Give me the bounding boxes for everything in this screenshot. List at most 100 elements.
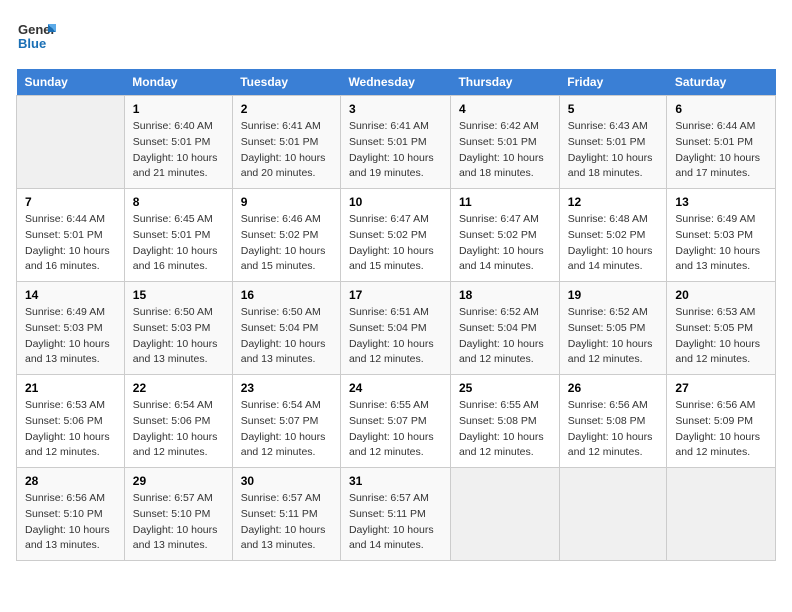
calendar-cell: 6 Sunrise: 6:44 AMSunset: 5:01 PMDaylight… <box>667 96 776 189</box>
week-row-1: 1 Sunrise: 6:40 AMSunset: 5:01 PMDaylight… <box>17 96 776 189</box>
day-info: Sunrise: 6:57 AMSunset: 5:11 PMDaylight:… <box>241 491 332 554</box>
day-info: Sunrise: 6:53 AMSunset: 5:05 PMDaylight:… <box>675 305 767 368</box>
day-info: Sunrise: 6:56 AMSunset: 5:08 PMDaylight:… <box>568 398 659 461</box>
day-header-monday: Monday <box>124 69 232 96</box>
day-number: 1 <box>133 102 224 116</box>
day-info: Sunrise: 6:47 AMSunset: 5:02 PMDaylight:… <box>349 212 442 275</box>
calendar-cell: 27 Sunrise: 6:56 AMSunset: 5:09 PMDayligh… <box>667 375 776 468</box>
day-number: 22 <box>133 381 224 395</box>
calendar-cell: 16Sunrise: 6:50 AMSunset: 5:04 PMDayligh… <box>232 282 340 375</box>
calendar-cell: 22 Sunrise: 6:54 AMSunset: 5:06 PMDayligh… <box>124 375 232 468</box>
day-number: 9 <box>241 195 332 209</box>
day-info: Sunrise: 6:41 AMSunset: 5:01 PMDaylight:… <box>349 119 442 182</box>
day-info: Sunrise: 6:49 AMSunset: 5:03 PMDaylight:… <box>675 212 767 275</box>
day-info: Sunrise: 6:56 AMSunset: 5:10 PMDaylight:… <box>25 491 116 554</box>
day-header-saturday: Saturday <box>667 69 776 96</box>
calendar-cell: 8Sunrise: 6:45 AMSunset: 5:01 PMDaylight… <box>124 189 232 282</box>
calendar-cell: 21 Sunrise: 6:53 AMSunset: 5:06 PMDayligh… <box>17 375 125 468</box>
day-info: Sunrise: 6:57 AMSunset: 5:11 PMDaylight:… <box>349 491 442 554</box>
day-number: 19 <box>568 288 659 302</box>
day-number: 30 <box>241 474 332 488</box>
day-info: Sunrise: 6:56 AMSunset: 5:09 PMDaylight:… <box>675 398 767 461</box>
day-header-friday: Friday <box>559 69 667 96</box>
day-info: Sunrise: 6:47 AMSunset: 5:02 PMDaylight:… <box>459 212 551 275</box>
week-row-3: 14 Sunrise: 6:49 AMSunset: 5:03 PMDayligh… <box>17 282 776 375</box>
calendar-cell: 3 Sunrise: 6:41 AMSunset: 5:01 PMDaylight… <box>340 96 450 189</box>
calendar-cell: 19Sunrise: 6:52 AMSunset: 5:05 PMDayligh… <box>559 282 667 375</box>
calendar-cell: 14 Sunrise: 6:49 AMSunset: 5:03 PMDayligh… <box>17 282 125 375</box>
calendar-cell: 1 Sunrise: 6:40 AMSunset: 5:01 PMDaylight… <box>124 96 232 189</box>
day-number: 16 <box>241 288 332 302</box>
calendar-cell: 31 Sunrise: 6:57 AMSunset: 5:11 PMDayligh… <box>340 468 450 561</box>
day-number: 4 <box>459 102 551 116</box>
day-info: Sunrise: 6:49 AMSunset: 5:03 PMDaylight:… <box>25 305 116 368</box>
calendar-cell: 25 Sunrise: 6:55 AMSunset: 5:08 PMDayligh… <box>450 375 559 468</box>
day-number: 10 <box>349 195 442 209</box>
day-info: Sunrise: 6:50 AMSunset: 5:03 PMDaylight:… <box>133 305 224 368</box>
day-info: Sunrise: 6:55 AMSunset: 5:07 PMDaylight:… <box>349 398 442 461</box>
day-number: 21 <box>25 381 116 395</box>
calendar-cell: 26 Sunrise: 6:56 AMSunset: 5:08 PMDayligh… <box>559 375 667 468</box>
day-number: 14 <box>25 288 116 302</box>
calendar-cell: 9 Sunrise: 6:46 AMSunset: 5:02 PMDaylight… <box>232 189 340 282</box>
day-header-sunday: Sunday <box>17 69 125 96</box>
day-info: Sunrise: 6:40 AMSunset: 5:01 PMDaylight:… <box>133 119 224 182</box>
logo: General Blue <box>16 16 56 61</box>
day-info: Sunrise: 6:42 AMSunset: 5:01 PMDaylight:… <box>459 119 551 182</box>
day-info: Sunrise: 6:55 AMSunset: 5:08 PMDaylight:… <box>459 398 551 461</box>
day-header-thursday: Thursday <box>450 69 559 96</box>
day-number: 29 <box>133 474 224 488</box>
day-info: Sunrise: 6:53 AMSunset: 5:06 PMDaylight:… <box>25 398 116 461</box>
week-row-4: 21 Sunrise: 6:53 AMSunset: 5:06 PMDayligh… <box>17 375 776 468</box>
day-number: 25 <box>459 381 551 395</box>
calendar-cell: 12 Sunrise: 6:48 AMSunset: 5:02 PMDayligh… <box>559 189 667 282</box>
day-number: 23 <box>241 381 332 395</box>
calendar-cell: 2 Sunrise: 6:41 AMSunset: 5:01 PMDaylight… <box>232 96 340 189</box>
day-number: 20 <box>675 288 767 302</box>
calendar-cell <box>450 468 559 561</box>
calendar-cell: 10 Sunrise: 6:47 AMSunset: 5:02 PMDayligh… <box>340 189 450 282</box>
calendar-cell: 5 Sunrise: 6:43 AMSunset: 5:01 PMDaylight… <box>559 96 667 189</box>
page-header: General Blue <box>16 16 776 61</box>
day-info: Sunrise: 6:51 AMSunset: 5:04 PMDaylight:… <box>349 305 442 368</box>
week-row-2: 7 Sunrise: 6:44 AMSunset: 5:01 PMDaylight… <box>17 189 776 282</box>
day-info: Sunrise: 6:45 AMSunset: 5:01 PMDaylight:… <box>133 212 224 275</box>
day-number: 26 <box>568 381 659 395</box>
calendar-cell <box>17 96 125 189</box>
week-row-5: 28 Sunrise: 6:56 AMSunset: 5:10 PMDayligh… <box>17 468 776 561</box>
day-number: 6 <box>675 102 767 116</box>
day-info: Sunrise: 6:52 AMSunset: 5:04 PMDaylight:… <box>459 305 551 368</box>
calendar-table: SundayMondayTuesdayWednesdayThursdayFrid… <box>16 69 776 561</box>
day-number: 13 <box>675 195 767 209</box>
calendar-cell <box>667 468 776 561</box>
day-info: Sunrise: 6:48 AMSunset: 5:02 PMDaylight:… <box>568 212 659 275</box>
calendar-cell: 30 Sunrise: 6:57 AMSunset: 5:11 PMDayligh… <box>232 468 340 561</box>
calendar-cell: 29Sunrise: 6:57 AMSunset: 5:10 PMDayligh… <box>124 468 232 561</box>
day-number: 27 <box>675 381 767 395</box>
day-number: 11 <box>459 195 551 209</box>
calendar-cell: 7 Sunrise: 6:44 AMSunset: 5:01 PMDaylight… <box>17 189 125 282</box>
calendar-cell: 4 Sunrise: 6:42 AMSunset: 5:01 PMDaylight… <box>450 96 559 189</box>
day-info: Sunrise: 6:41 AMSunset: 5:01 PMDaylight:… <box>241 119 332 182</box>
day-header-wednesday: Wednesday <box>340 69 450 96</box>
day-number: 17 <box>349 288 442 302</box>
day-info: Sunrise: 6:54 AMSunset: 5:06 PMDaylight:… <box>133 398 224 461</box>
day-number: 3 <box>349 102 442 116</box>
day-number: 28 <box>25 474 116 488</box>
day-number: 5 <box>568 102 659 116</box>
day-info: Sunrise: 6:44 AMSunset: 5:01 PMDaylight:… <box>675 119 767 182</box>
day-info: Sunrise: 6:44 AMSunset: 5:01 PMDaylight:… <box>25 212 116 275</box>
day-number: 2 <box>241 102 332 116</box>
day-number: 7 <box>25 195 116 209</box>
calendar-cell: 24Sunrise: 6:55 AMSunset: 5:07 PMDayligh… <box>340 375 450 468</box>
logo-graphic: General Blue <box>16 16 56 61</box>
calendar-cell: 28 Sunrise: 6:56 AMSunset: 5:10 PMDayligh… <box>17 468 125 561</box>
calendar-cell: 11 Sunrise: 6:47 AMSunset: 5:02 PMDayligh… <box>450 189 559 282</box>
day-info: Sunrise: 6:43 AMSunset: 5:01 PMDaylight:… <box>568 119 659 182</box>
calendar-cell: 23Sunrise: 6:54 AMSunset: 5:07 PMDayligh… <box>232 375 340 468</box>
calendar-cell: 13 Sunrise: 6:49 AMSunset: 5:03 PMDayligh… <box>667 189 776 282</box>
day-number: 12 <box>568 195 659 209</box>
day-info: Sunrise: 6:46 AMSunset: 5:02 PMDaylight:… <box>241 212 332 275</box>
svg-text:Blue: Blue <box>18 36 46 51</box>
day-number: 31 <box>349 474 442 488</box>
